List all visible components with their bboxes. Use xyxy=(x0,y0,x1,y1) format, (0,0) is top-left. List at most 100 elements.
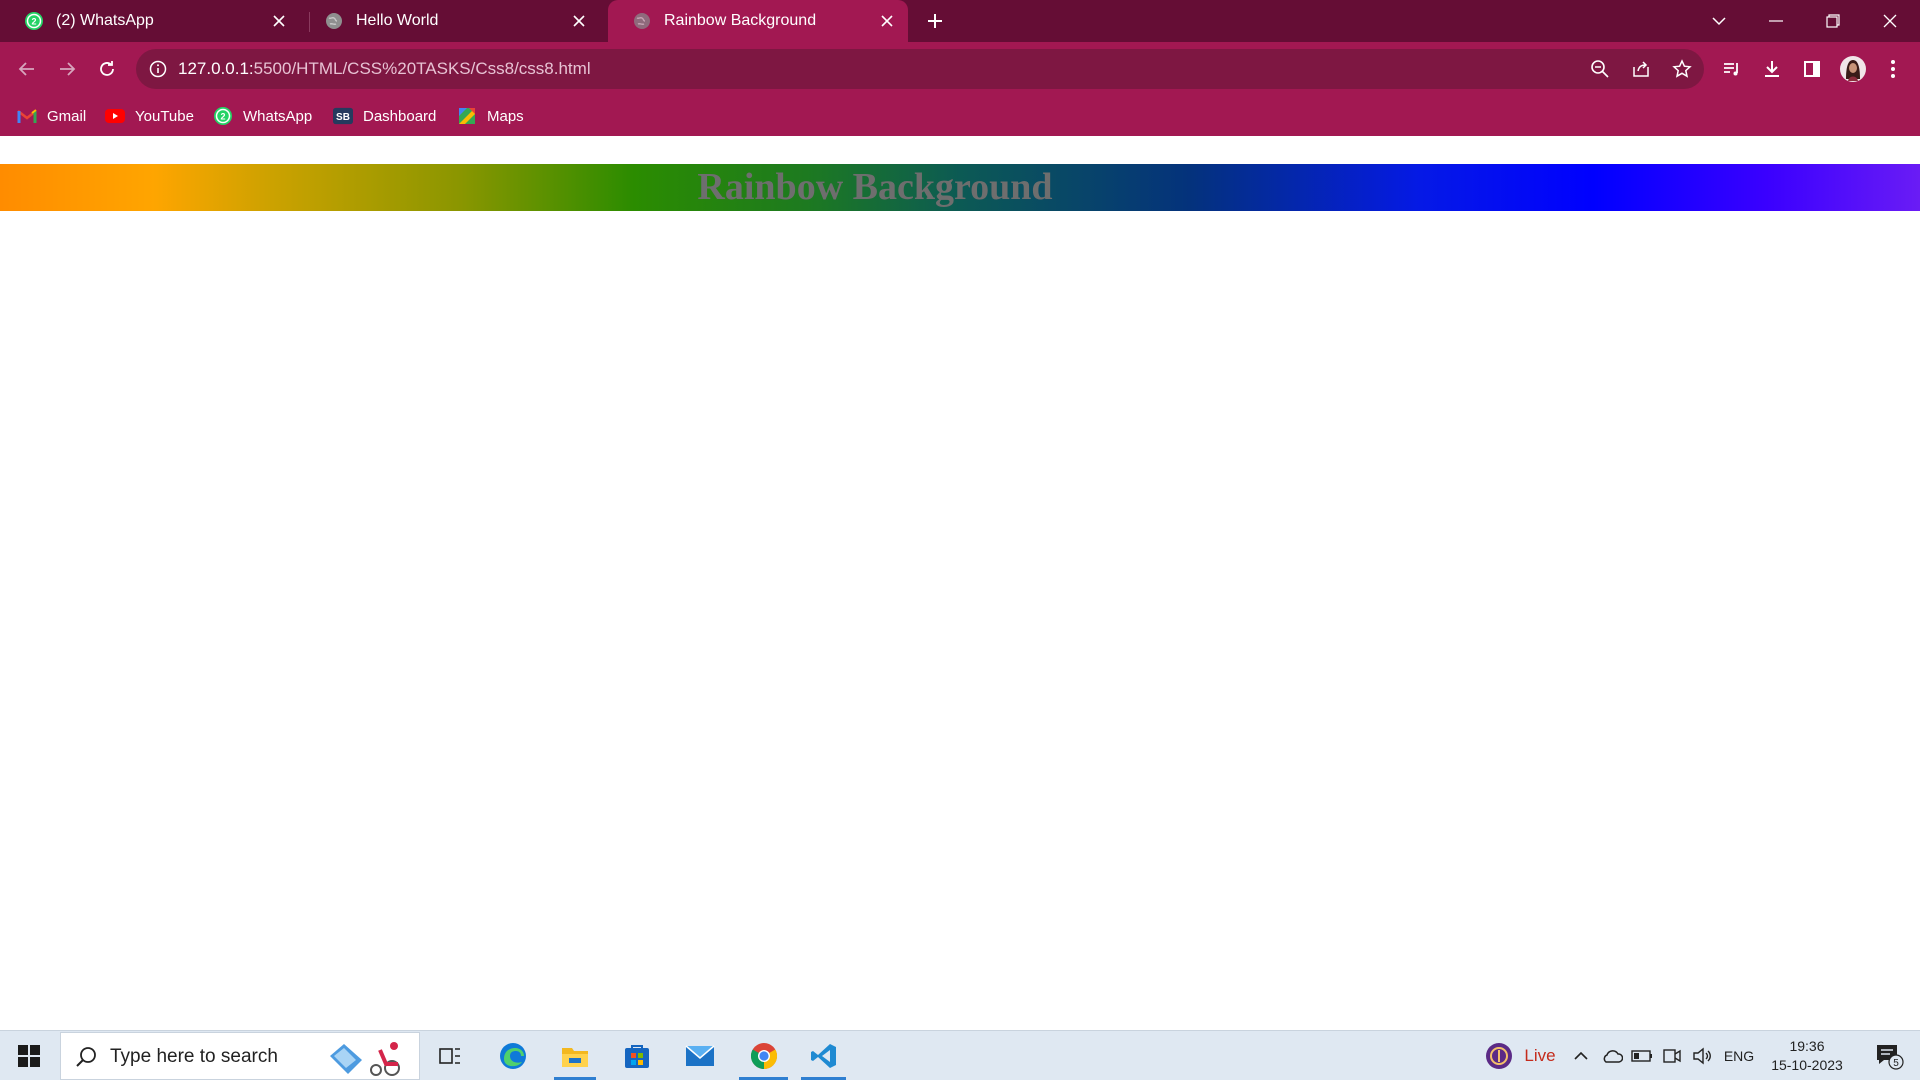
kebab-menu-icon xyxy=(1891,60,1895,78)
taskbar-file-explorer[interactable] xyxy=(550,1031,600,1081)
taskbar-edge[interactable] xyxy=(488,1031,538,1081)
svg-text:2: 2 xyxy=(220,112,225,122)
taskbar-task-view[interactable] xyxy=(425,1031,475,1081)
language-indicator[interactable]: ENG xyxy=(1720,1031,1758,1081)
taskbar-live-widget[interactable]: Live xyxy=(1470,1031,1570,1081)
share-icon[interactable] xyxy=(1629,57,1653,81)
close-window-button[interactable] xyxy=(1862,0,1918,42)
arrow-left-icon xyxy=(18,62,34,76)
browser-toolbar: 127.0.0.1:5500/HTML/CSS%20TASKS/Css8/css… xyxy=(0,42,1920,96)
search-icon xyxy=(76,1047,96,1067)
store-icon xyxy=(625,1045,649,1068)
clock-time: 19:36 xyxy=(1789,1038,1825,1054)
taskbar-search[interactable]: Type here to search xyxy=(60,1032,420,1080)
close-tab-icon[interactable] xyxy=(874,8,900,34)
taskbar-mail[interactable] xyxy=(675,1031,725,1081)
maps-icon xyxy=(457,106,477,126)
svg-text:5: 5 xyxy=(1893,1058,1899,1069)
show-hidden-icons-button[interactable] xyxy=(1570,1031,1592,1081)
battery-button[interactable] xyxy=(1630,1031,1654,1081)
video-camera-icon xyxy=(1663,1049,1681,1063)
windows-logo-icon xyxy=(18,1045,40,1067)
whatsapp-icon: 2 xyxy=(213,106,233,126)
close-tab-icon[interactable] xyxy=(566,8,592,34)
url-host: 127.0.0.1: xyxy=(178,59,254,78)
whatsapp-icon: 2 xyxy=(25,12,43,30)
playlist-icon xyxy=(1724,63,1738,76)
start-button[interactable] xyxy=(0,1031,58,1081)
tab-hello-world[interactable]: Hello World xyxy=(300,0,600,42)
globe-icon xyxy=(634,13,650,29)
side-panel-icon xyxy=(1804,61,1820,77)
side-panel-button[interactable] xyxy=(1796,53,1828,85)
tab-title: (2) WhatsApp xyxy=(56,12,154,29)
tab-whatsapp[interactable]: 2 (2) WhatsApp xyxy=(0,0,300,42)
bookmark-whatsapp[interactable]: 2 WhatsApp xyxy=(213,104,312,128)
info-icon[interactable] xyxy=(148,59,168,79)
minimize-button[interactable] xyxy=(1748,0,1804,42)
download-icon xyxy=(1765,61,1779,77)
meet-now-button[interactable] xyxy=(1660,1031,1684,1081)
search-highlight-icon xyxy=(330,1042,400,1076)
arrow-right-icon xyxy=(60,62,76,76)
tab-title: Rainbow Background xyxy=(664,12,817,29)
bookmark-dashboard[interactable]: SB Dashboard xyxy=(333,104,436,128)
page-content: Rainbow Background xyxy=(0,136,1920,1030)
chevron-up-icon xyxy=(1574,1051,1588,1060)
search-placeholder: Type here to search xyxy=(110,1046,278,1067)
restore-button[interactable] xyxy=(1805,0,1861,42)
restore-icon xyxy=(1826,14,1840,28)
reload-button[interactable] xyxy=(91,53,123,85)
zoom-icon[interactable] xyxy=(1588,57,1612,81)
bookmark-youtube[interactable]: YouTube xyxy=(105,104,194,128)
bookmark-label: YouTube xyxy=(135,107,194,125)
address-bar[interactable]: 127.0.0.1:5500/HTML/CSS%20TASKS/Css8/css… xyxy=(136,49,1704,89)
taskbar-vscode[interactable] xyxy=(797,1031,850,1081)
page-heading: Rainbow Background xyxy=(697,166,1053,208)
mail-icon xyxy=(685,1045,715,1066)
notification-center-button[interactable]: 5 xyxy=(1864,1031,1914,1081)
svg-text:2: 2 xyxy=(31,17,36,27)
volume-button[interactable] xyxy=(1690,1031,1714,1081)
bookmark-label: WhatsApp xyxy=(243,107,313,125)
youtube-icon xyxy=(105,106,125,126)
sb-icon: SB xyxy=(333,106,353,126)
svg-text:SB: SB xyxy=(336,112,350,123)
menu-button[interactable] xyxy=(1877,53,1909,85)
onedrive-button[interactable] xyxy=(1600,1031,1624,1081)
profile-button[interactable] xyxy=(1837,53,1869,85)
downloads-button[interactable] xyxy=(1756,53,1788,85)
back-button[interactable] xyxy=(11,53,43,85)
new-tab-button[interactable] xyxy=(920,6,950,36)
media-control-button[interactable] xyxy=(1716,53,1748,85)
plus-icon xyxy=(928,14,942,28)
clock-date: 15-10-2023 xyxy=(1771,1057,1843,1073)
language-label: ENG xyxy=(1723,1048,1755,1064)
avatar xyxy=(1840,56,1866,82)
taskbar-store[interactable] xyxy=(612,1031,662,1081)
windows-taskbar: Type here to search Live ENG 19:36 15-10… xyxy=(0,1030,1920,1080)
close-tab-icon[interactable] xyxy=(266,8,292,34)
bookmark-maps[interactable]: Maps xyxy=(457,104,524,128)
tab-rainbow-background[interactable]: Rainbow Background xyxy=(608,0,908,42)
tab-search-button[interactable] xyxy=(1691,0,1747,42)
taskbar-chrome[interactable] xyxy=(735,1031,792,1081)
chevron-down-icon xyxy=(1712,17,1726,26)
bookmark-label: Gmail xyxy=(47,107,87,125)
vscode-icon xyxy=(810,1044,836,1068)
cloud-icon xyxy=(1603,1050,1623,1063)
bookmark-gmail[interactable]: Gmail xyxy=(17,104,86,128)
speaker-icon xyxy=(1693,1047,1711,1065)
chrome-icon xyxy=(750,1043,777,1070)
clock[interactable]: 19:36 15-10-2023 xyxy=(1762,1031,1852,1081)
bookmark-label: Dashboard xyxy=(363,107,437,125)
tab-title: Hello World xyxy=(356,12,439,29)
forward-button[interactable] xyxy=(51,53,83,85)
edge-icon xyxy=(500,1043,526,1069)
star-icon[interactable] xyxy=(1670,57,1694,81)
task-view-icon xyxy=(439,1048,460,1064)
gmail-icon xyxy=(17,106,37,126)
rainbow-banner: Rainbow Background xyxy=(0,164,1920,211)
live-icon xyxy=(1486,1043,1513,1069)
url-text[interactable]: 127.0.0.1:5500/HTML/CSS%20TASKS/Css8/css… xyxy=(178,59,591,79)
